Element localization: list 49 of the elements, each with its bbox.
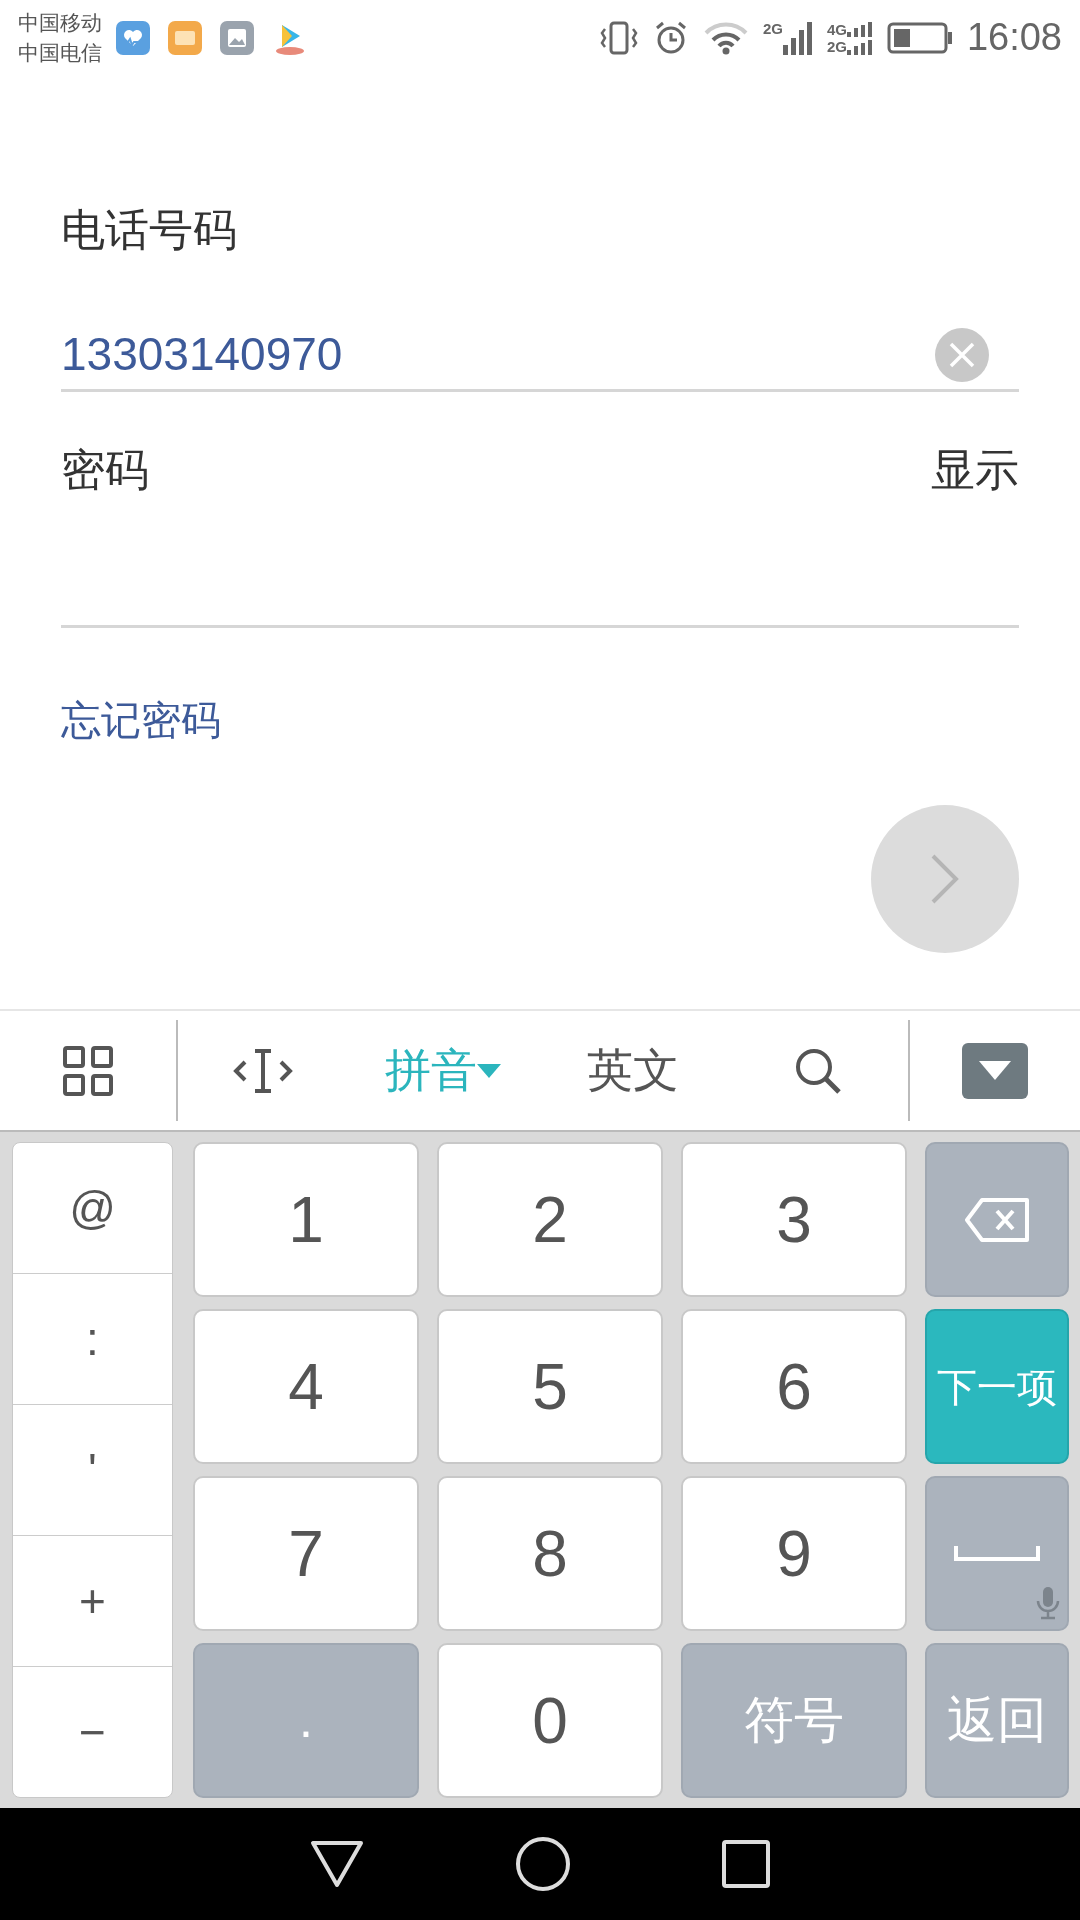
chevron-right-icon [930, 853, 960, 905]
space-icon [954, 1545, 1040, 1562]
keyboard-icon [168, 20, 202, 55]
carrier-name: 中国电信 [18, 39, 102, 66]
network-type: 4G [826, 20, 847, 38]
network-type: 2G [826, 37, 847, 55]
circle-icon [515, 1836, 571, 1892]
dual-signal-icon [846, 20, 873, 55]
digit-key[interactable]: 7 [193, 1476, 419, 1631]
backspace-icon [964, 1196, 1030, 1243]
network-type: 2G [762, 20, 783, 37]
field-label: 密码 [61, 444, 149, 496]
input-mode-tab[interactable]: 英文 [538, 1011, 728, 1130]
heart-rate-icon [116, 20, 150, 55]
digit-key[interactable]: 5 [437, 1309, 663, 1464]
symbol-key[interactable]: − [13, 1667, 172, 1797]
symbol-key[interactable]: @ [13, 1143, 172, 1274]
clock-time: 16:08 [966, 15, 1062, 60]
forgot-password-link[interactable]: 忘记密码 [61, 690, 221, 750]
symbol-key[interactable]: ' [13, 1405, 172, 1536]
close-icon [949, 341, 975, 368]
digit-key[interactable]: 6 [681, 1309, 907, 1464]
digit-key[interactable]: 4 [193, 1309, 419, 1464]
digit-key[interactable]: 1 [193, 1142, 419, 1297]
collapse-icon [962, 1042, 1028, 1099]
field-label: 电话号码 [61, 204, 238, 256]
symbol-key[interactable]: : [13, 1274, 172, 1405]
digit-key[interactable]: 8 [437, 1476, 663, 1631]
digit-key[interactable]: 2 [437, 1142, 663, 1297]
digit-key[interactable]: 0 [437, 1643, 663, 1798]
microphone-icon [1035, 1585, 1061, 1621]
square-icon [721, 1839, 771, 1889]
battery-icon [886, 20, 953, 55]
triangle-icon [309, 1839, 365, 1889]
grid-icon [62, 1044, 114, 1097]
image-icon [220, 20, 254, 55]
digit-key[interactable]: 3 [681, 1142, 907, 1297]
digit-key[interactable]: 9 [681, 1476, 907, 1631]
recents-nav-button[interactable] [721, 1839, 771, 1889]
signal-icon [782, 20, 813, 55]
show-password-toggle[interactable]: 显示 [931, 440, 1019, 500]
text-cursor-icon [233, 1046, 293, 1095]
phone-input-field[interactable]: 13303140970 [61, 320, 1019, 392]
back-nav-button[interactable] [309, 1839, 365, 1889]
home-nav-button[interactable] [515, 1836, 571, 1892]
carrier-name: 中国移动 [18, 9, 102, 36]
dropdown-caret-icon [477, 1063, 501, 1078]
wifi-icon [702, 20, 749, 55]
symbol-key[interactable]: + [13, 1536, 172, 1667]
